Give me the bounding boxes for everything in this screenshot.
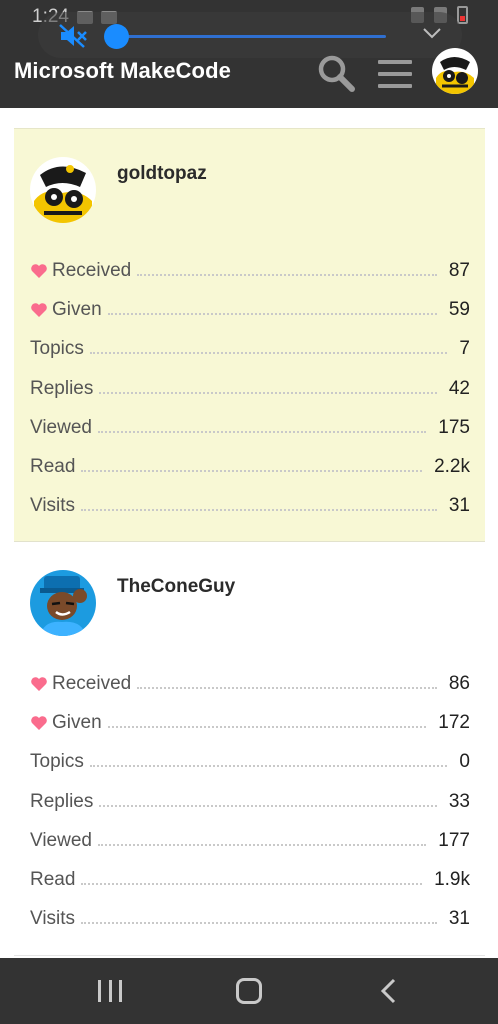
stat-value: 59 [448, 298, 470, 320]
stat-row-visits: Visits 31 [30, 900, 470, 939]
system-navigation-bar [0, 958, 498, 1024]
stat-label: Replies [30, 790, 94, 812]
username[interactable]: TheConeGuy [117, 576, 235, 598]
stat-row-replies: Replies 33 [30, 782, 470, 821]
top-app-bar: 1:24 Microsoft MakeCode [0, 0, 498, 108]
search-icon[interactable] [316, 54, 356, 92]
stat-value: 87 [448, 259, 470, 281]
user-avatar[interactable] [30, 157, 96, 223]
stat-value: 33 [448, 790, 470, 812]
dotted-leader [81, 470, 423, 473]
volume-slider-handle[interactable] [104, 24, 129, 49]
username[interactable]: goldtopaz [117, 163, 207, 185]
stat-value: 0 [459, 751, 470, 773]
user-stats-list: Received 86 Given 172 Topics 0 Replies 3… [30, 664, 470, 939]
stat-value: 1.9k [434, 869, 470, 891]
user-card-goldtopaz: goldtopaz Received 87 Given 59 Topics 7 … [14, 128, 485, 542]
stat-row-topics: Topics 7 [30, 330, 470, 369]
current-user-avatar[interactable] [432, 48, 478, 94]
volume-mute-icon[interactable] [58, 23, 88, 49]
stat-label: Received [52, 672, 132, 694]
stat-row-topics: Topics 0 [30, 743, 470, 782]
stat-label: Given [52, 298, 102, 320]
stat-row-read: Read 1.9k [30, 860, 470, 899]
chevron-down-icon[interactable] [422, 26, 442, 40]
stat-value: 31 [448, 908, 470, 930]
stat-value: 177 [438, 829, 470, 851]
heart-icon [31, 263, 47, 278]
user-stats-list: Received 87 Given 59 Topics 7 Replies 42… [30, 251, 470, 526]
stat-row-given: Given 172 [30, 703, 470, 742]
user-card-theconeguy: TheConeGuy Received 86 Given 172 Topics … [14, 542, 485, 956]
stat-row-given: Given 59 [30, 290, 470, 329]
dotted-leader [81, 883, 423, 886]
dotted-leader [137, 273, 437, 276]
volume-slider-track[interactable] [118, 35, 386, 38]
stat-label: Read [30, 456, 76, 478]
stat-label: Replies [30, 377, 94, 399]
stat-value: 7 [459, 338, 470, 360]
dotted-leader [99, 804, 437, 807]
stat-label: Topics [30, 338, 84, 360]
dotted-leader [81, 922, 437, 925]
app-title[interactable]: Microsoft MakeCode [14, 58, 231, 84]
stat-value: 172 [438, 711, 470, 733]
heart-icon [31, 716, 47, 730]
stat-label: Read [30, 869, 76, 891]
recent-apps-icon[interactable] [98, 980, 122, 1002]
stat-label: Visits [30, 495, 76, 517]
stat-label: Given [52, 711, 102, 733]
stat-row-visits: Visits 31 [30, 487, 470, 526]
stat-row-viewed: Viewed 175 [30, 408, 470, 447]
back-icon[interactable] [378, 978, 400, 1004]
stat-row-read: Read 2.2k [30, 447, 470, 486]
dotted-leader [137, 686, 437, 689]
stat-label: Visits [30, 908, 76, 930]
hamburger-menu-icon[interactable] [378, 60, 412, 88]
heart-icon [31, 303, 47, 317]
home-icon[interactable] [236, 978, 262, 1004]
dotted-leader [89, 352, 448, 355]
dotted-leader [107, 725, 427, 728]
stat-value: 2.2k [434, 456, 470, 478]
dotted-leader [89, 765, 448, 768]
heart-icon [31, 676, 47, 691]
stat-value: 175 [438, 416, 470, 438]
dotted-leader [99, 391, 437, 394]
stat-label: Viewed [30, 416, 92, 438]
stat-row-received: Received 86 [30, 664, 470, 703]
dotted-leader [97, 843, 427, 846]
dotted-leader [107, 312, 437, 315]
stat-row-viewed: Viewed 177 [30, 821, 470, 860]
stat-label: Topics [30, 751, 84, 773]
stat-label: Viewed [30, 829, 92, 851]
dotted-leader [97, 430, 427, 433]
dotted-leader [81, 509, 437, 512]
stat-row-replies: Replies 42 [30, 369, 470, 408]
stat-label: Received [52, 259, 132, 281]
battery-icon [457, 6, 468, 24]
user-avatar[interactable] [30, 570, 96, 636]
stat-value: 86 [448, 672, 470, 694]
stat-value: 31 [448, 495, 470, 517]
stat-row-received: Received 87 [30, 251, 470, 290]
stat-value: 42 [448, 377, 470, 399]
